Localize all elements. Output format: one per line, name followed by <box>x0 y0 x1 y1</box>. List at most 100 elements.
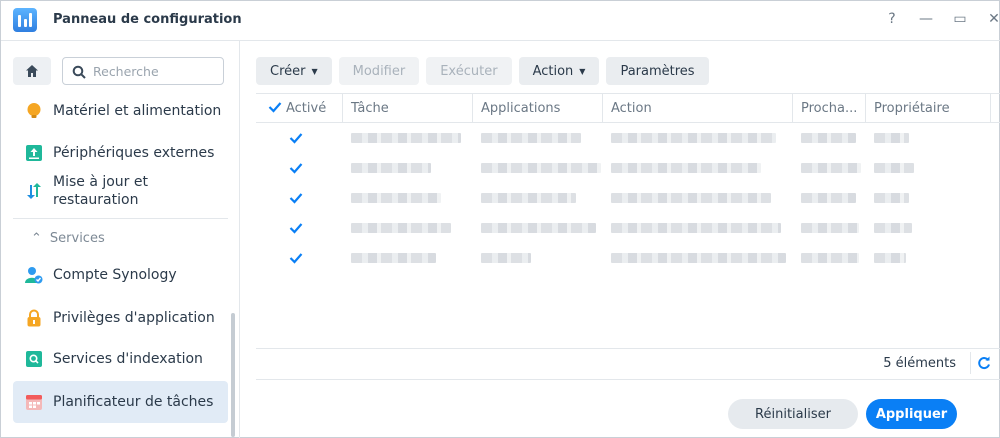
modify-button[interactable]: Modifier <box>338 57 420 85</box>
column-header-task[interactable]: Tâche <box>343 94 473 123</box>
redacted-cell <box>351 253 436 263</box>
run-button[interactable]: Exécuter <box>426 57 512 85</box>
sidebar-divider <box>13 218 228 219</box>
external-device-icon <box>25 144 43 162</box>
caret-down-icon: ▼ <box>311 66 318 76</box>
redacted-cell <box>351 223 451 233</box>
checkbox-checked-icon[interactable] <box>289 131 303 145</box>
control-panel-app-icon <box>13 8 37 32</box>
redacted-cell <box>481 193 576 203</box>
close-icon[interactable]: ✕ <box>987 11 1000 27</box>
sidebar-scrollbar[interactable] <box>231 313 235 437</box>
redacted-cell <box>874 223 912 233</box>
checkbox-checked-icon[interactable] <box>289 191 303 205</box>
settings-button[interactable]: Paramètres <box>606 57 709 85</box>
refresh-icon <box>978 356 990 369</box>
redacted-cell <box>801 253 859 263</box>
checkbox-checked-icon[interactable] <box>289 221 303 235</box>
window-controls: ? — ▭ ✕ <box>885 11 1000 27</box>
redacted-cell <box>801 193 856 203</box>
reset-button[interactable]: Réinitialiser <box>728 399 858 429</box>
column-header-action[interactable]: Action <box>603 94 793 123</box>
sidebar-item-update-restore[interactable]: Mise à jour et restauration <box>13 171 228 211</box>
sidebar-item-label: Services d'indexation <box>53 351 203 367</box>
table-row[interactable] <box>256 243 1000 273</box>
redacted-cell <box>481 223 596 233</box>
task-table: Activé Tâche Applications Action Procha.… <box>256 93 1000 273</box>
checkbox-checked-icon[interactable] <box>289 251 303 265</box>
search-box[interactable] <box>62 57 224 85</box>
bulb-icon <box>25 102 43 120</box>
sidebar-item-task-scheduler[interactable]: Planificateur de tâches <box>13 381 228 423</box>
settings-label: Paramètres <box>620 63 695 79</box>
help-icon[interactable]: ? <box>885 11 899 27</box>
sidebar-item-synology-account[interactable]: Compte Synology <box>13 259 228 291</box>
sidebar-item-label: Mise à jour et restauration <box>53 174 148 208</box>
minimize-icon[interactable]: — <box>919 11 933 27</box>
sidebar-item-label: Planificateur de tâches <box>53 394 214 410</box>
search-input[interactable] <box>93 62 217 80</box>
table-row[interactable] <box>256 123 1000 153</box>
redacted-cell <box>874 193 909 203</box>
title-bar: Panneau de configuration ? — ▭ ✕ <box>1 1 1000 41</box>
redacted-cell <box>481 253 531 263</box>
sidebar-item-indexing-services[interactable]: Services d'indexation <box>13 343 228 375</box>
apply-button[interactable]: Appliquer <box>866 399 957 429</box>
indexing-icon <box>25 350 43 368</box>
window-title: Panneau de configuration <box>53 12 242 27</box>
redacted-cell <box>874 163 914 173</box>
action-label: Action <box>532 63 574 79</box>
redacted-cell <box>351 193 441 203</box>
chevron-up-icon: ⌃ <box>31 231 42 246</box>
redacted-cell <box>801 133 856 143</box>
maximize-icon[interactable]: ▭ <box>953 11 967 27</box>
control-panel-window: Panneau de configuration ? — ▭ ✕ M <box>0 0 1000 438</box>
redacted-cell <box>801 223 859 233</box>
column-header-owner[interactable]: Propriétaire <box>866 94 991 123</box>
modify-label: Modifier <box>352 63 406 79</box>
redacted-cell <box>611 193 771 203</box>
table-row[interactable] <box>256 153 1000 183</box>
table-row[interactable] <box>256 213 1000 243</box>
redacted-cell <box>874 133 909 143</box>
sidebar: Matériel et alimentation Périphériques e… <box>1 41 240 438</box>
caret-down-icon: ▼ <box>579 66 586 76</box>
redacted-cell <box>801 163 861 173</box>
checkbox-checked-icon[interactable] <box>268 100 282 114</box>
home-icon <box>26 65 38 77</box>
sidebar-item-label: Matériel et alimentation <box>53 103 222 119</box>
sidebar-item-app-privileges[interactable]: Privilèges d'application <box>13 302 228 334</box>
home-button[interactable] <box>13 57 51 85</box>
column-header-next-run[interactable]: Procha... <box>793 94 866 123</box>
create-label: Créer <box>270 63 306 79</box>
redacted-cell <box>611 253 786 263</box>
table-footer-divider <box>256 348 1000 349</box>
sidebar-item-label: Périphériques externes <box>53 145 215 161</box>
redacted-cell <box>351 163 431 173</box>
table-header: Activé Tâche Applications Action Procha.… <box>256 93 1000 123</box>
redacted-cell <box>611 163 761 173</box>
redacted-cell <box>481 163 601 173</box>
footer-separator <box>970 352 971 374</box>
create-button[interactable]: Créer ▼ <box>256 57 332 85</box>
refresh-update-icon <box>25 182 43 200</box>
column-label: Activé <box>286 101 327 116</box>
search-icon <box>72 65 86 79</box>
section-label: Services <box>49 231 105 246</box>
redacted-cell <box>611 223 781 233</box>
checkbox-checked-icon[interactable] <box>289 161 303 175</box>
refresh-button[interactable] <box>977 356 991 374</box>
redacted-cell <box>351 133 461 143</box>
column-header-applications[interactable]: Applications <box>473 94 603 123</box>
table-row[interactable] <box>256 183 1000 213</box>
redacted-cell <box>481 133 581 143</box>
main-panel: Créer ▼ Modifier Exécuter Action ▼ Paramèt… <box>241 41 1000 438</box>
toolbar: Créer ▼ Modifier Exécuter Action ▼ Paramèt… <box>256 57 709 85</box>
section-services-header[interactable]: ⌃ Services <box>31 231 105 246</box>
sidebar-item-hardware-power[interactable]: Matériel et alimentation <box>13 95 228 127</box>
synology-account-icon <box>25 266 43 284</box>
sidebar-item-external-devices[interactable]: Périphériques externes <box>13 137 228 169</box>
column-header-enabled[interactable]: Activé <box>256 94 343 123</box>
calendar-icon <box>25 393 43 411</box>
action-button[interactable]: Action ▼ <box>518 57 600 85</box>
